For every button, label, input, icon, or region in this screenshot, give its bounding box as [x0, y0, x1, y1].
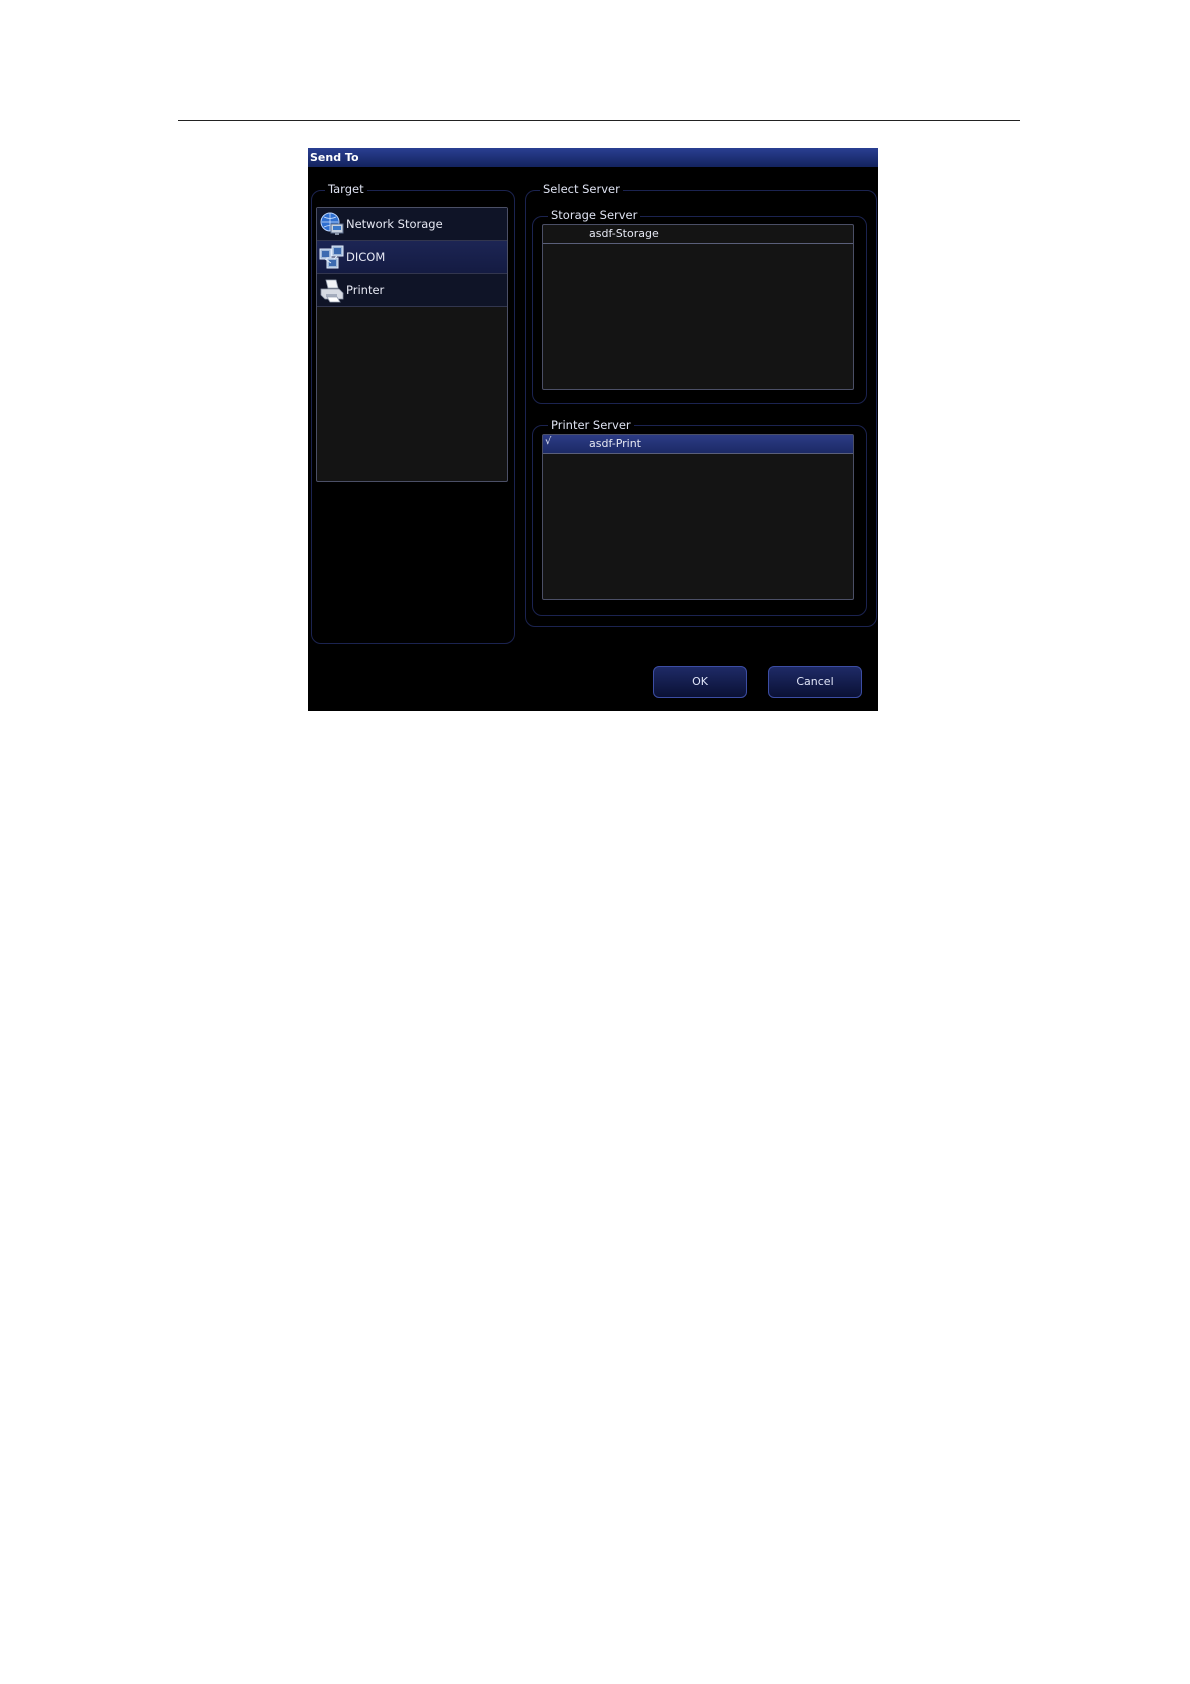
dicom-icon: [319, 244, 345, 270]
target-group-label: Target: [325, 182, 367, 196]
storage-server-list[interactable]: asdf-Storage: [542, 224, 854, 390]
target-item-label: DICOM: [346, 250, 386, 264]
target-item-label: Network Storage: [346, 217, 443, 231]
network-storage-icon: [319, 211, 345, 237]
target-item-network-storage[interactable]: Network Storage: [317, 208, 507, 241]
server-row-print[interactable]: √ asdf-Print: [543, 435, 853, 454]
target-item-dicom[interactable]: DICOM: [317, 241, 507, 274]
select-server-group-label: Select Server: [540, 182, 623, 196]
server-name: asdf-Storage: [589, 227, 659, 240]
server-row-storage[interactable]: asdf-Storage: [543, 225, 853, 244]
server-name: asdf-Print: [589, 437, 641, 450]
printer-server-label: Printer Server: [548, 418, 634, 432]
printer-server-list[interactable]: √ asdf-Print: [542, 434, 854, 600]
selected-checkmark: √: [545, 436, 552, 447]
target-list[interactable]: Network Storage DICOM Printer: [316, 207, 508, 482]
ok-button[interactable]: OK: [653, 666, 747, 698]
target-item-label: Printer: [346, 283, 385, 297]
cancel-button[interactable]: Cancel: [768, 666, 862, 698]
printer-icon: [319, 277, 345, 303]
dialog-title: Send To: [308, 148, 878, 167]
storage-server-label: Storage Server: [548, 208, 641, 222]
target-item-printer[interactable]: Printer: [317, 274, 507, 307]
send-to-dialog: Send To Target Network Storage DICOM Pri…: [308, 148, 878, 711]
page-header-rule: [178, 120, 1020, 121]
